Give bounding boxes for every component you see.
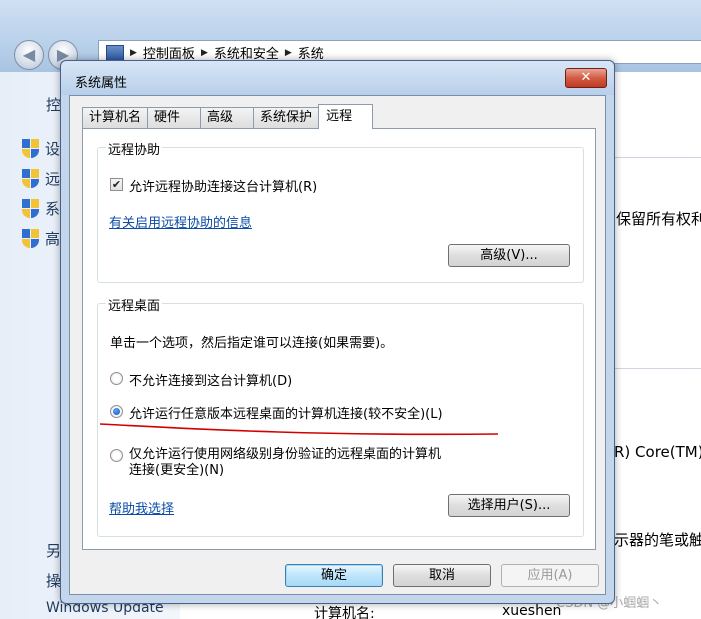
pen-touch-text: 示器的笔或触 <box>614 531 701 549</box>
radio-label: 允许运行任意版本远程桌面的计算机连接(较不安全)(L) <box>129 407 443 422</box>
radio-button[interactable] <box>110 372 123 385</box>
group-title: 远程协助 <box>106 139 163 158</box>
radio-label-line: 连接(更安全)(N) <box>129 463 225 478</box>
back-button[interactable]: ◀ <box>14 40 44 70</box>
radio-allow-nla-only[interactable]: 仅允许运行使用网络级别身份验证的远程桌面的计算机 连接(更安全)(N) <box>110 447 441 479</box>
radio-button[interactable] <box>110 405 123 418</box>
sidebar-item-protection[interactable]: 系 <box>22 198 60 219</box>
ok-button[interactable]: 确定 <box>285 564 383 587</box>
shield-icon <box>22 199 39 218</box>
chevron-right-icon: ▶ <box>284 47 292 58</box>
shield-icon <box>22 169 39 188</box>
see-also-label: 另 <box>46 542 62 560</box>
copyright-text: 保留所有权利 <box>616 210 701 228</box>
tab-system-protection[interactable]: 系统保护 <box>253 107 320 129</box>
action-center-label[interactable]: 操 <box>46 570 61 591</box>
cpu-text: R) Core(TM) <box>614 443 701 461</box>
help-me-choose-link[interactable]: 帮助我选择 <box>109 498 174 517</box>
remote-assistance-group: 远程协助 ✔ 允许远程协助连接这台计算机(R) 有关启用远程协助的信息 高级(V… <box>97 139 584 283</box>
remote-assistance-info-link[interactable]: 有关启用远程协助的信息 <box>109 212 252 231</box>
checkbox-label: 允许远程协助连接这台计算机(R) <box>129 180 318 195</box>
tab-advanced[interactable]: 高级 <box>200 107 255 129</box>
tab-hardware[interactable]: 硬件 <box>147 107 202 129</box>
radio-label: 仅允许运行使用网络级别身份验证的远程桌面的计算机 连接(更安全)(N) <box>129 447 441 479</box>
sidebar-item-label: 系 <box>45 200 61 218</box>
divider <box>612 368 701 369</box>
tab-strip: 计算机名 硬件 高级 系统保护 远程 <box>82 104 374 129</box>
radio-disallow[interactable]: 不允许连接到这台计算机(D) <box>110 370 292 389</box>
cancel-button[interactable]: 取消 <box>393 564 491 587</box>
tab-computer-name[interactable]: 计算机名 <box>82 107 149 129</box>
sidebar-item-advanced[interactable]: 高 <box>22 228 60 249</box>
sidebar-item-label: 远 <box>45 170 61 188</box>
chevron-right-icon: ▶ <box>200 47 208 58</box>
radio-allow-any-version[interactable]: 允许运行任意版本远程桌面的计算机连接(较不安全)(L) <box>110 403 443 422</box>
radio-label-line: 仅允许运行使用网络级别身份验证的远程桌面的计算机 <box>129 447 442 462</box>
radio-button[interactable] <box>110 449 123 462</box>
advanced-button[interactable]: 高级(V)... <box>448 244 570 267</box>
close-button[interactable]: ✕ <box>565 68 607 88</box>
sidebar-item-remote[interactable]: 远 <box>22 168 60 189</box>
tab-remote[interactable]: 远程 <box>318 104 374 129</box>
computer-name-value: xueshen <box>502 603 562 619</box>
shield-icon <box>22 229 39 248</box>
divider <box>612 157 701 158</box>
instruction-text: 单击一个选项，然后指定谁可以连接(如果需要)。 <box>110 336 394 351</box>
sidebar-item-label: 高 <box>45 230 61 248</box>
dialog-body: 计算机名 硬件 高级 系统保护 远程 远程协助 ✔ 允许远程协助连接这台计算机(… <box>69 95 606 595</box>
dialog-title: 系统属性 <box>75 76 128 91</box>
shield-icon <box>22 139 39 158</box>
sidebar-item-label: 设 <box>45 140 61 158</box>
remote-tab-panel: 远程协助 ✔ 允许远程协助连接这台计算机(R) 有关启用远程协助的信息 高级(V… <box>82 128 596 550</box>
system-properties-dialog: 系统属性 ✕ 计算机名 硬件 高级 系统保护 远程 远程协助 ✔ 允许远程协助连… <box>60 60 615 604</box>
radio-label: 不允许连接到这台计算机(D) <box>129 374 293 389</box>
remote-desktop-group: 远程桌面 单击一个选项，然后指定谁可以连接(如果需要)。 不允许连接到这台计算机… <box>97 295 584 537</box>
chevron-right-icon: ▶ <box>130 47 137 58</box>
group-title: 远程桌面 <box>106 295 163 314</box>
allow-remote-assistance-checkbox[interactable]: ✔ 允许远程协助连接这台计算机(R) <box>110 176 317 195</box>
sidebar-item-device-manager[interactable]: 设 <box>22 138 60 159</box>
control-panel-icon <box>106 44 124 61</box>
close-icon: ✕ <box>580 70 592 85</box>
dialog-titlebar[interactable]: 系统属性 ✕ <box>61 61 614 95</box>
apply-button[interactable]: 应用(A) <box>501 564 599 587</box>
sidebar-title: 控 <box>46 96 62 114</box>
select-users-button[interactable]: 选择用户(S)... <box>448 494 570 517</box>
checkmark-icon[interactable]: ✔ <box>110 178 123 191</box>
computer-name-label: 计算机名: <box>314 606 375 619</box>
